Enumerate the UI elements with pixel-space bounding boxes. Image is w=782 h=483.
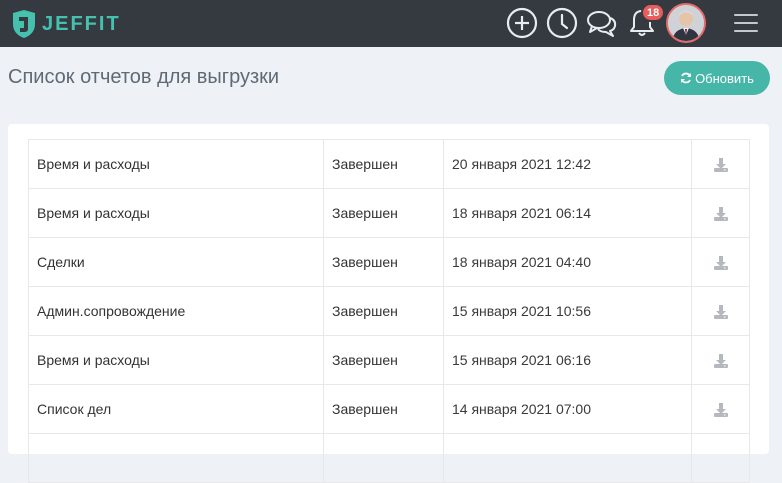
- add-circle-icon: [506, 7, 538, 39]
- report-name: Время и расходы: [28, 335, 324, 385]
- download-button[interactable]: [691, 335, 750, 385]
- table-row: Время и расходы Завершен 20 января 2021 12…: [28, 139, 750, 189]
- reports-table: Время и расходы Завершен 20 января 2021 12…: [28, 139, 750, 483]
- refresh-icon: [681, 72, 692, 84]
- add-button[interactable]: [506, 7, 538, 39]
- report-date: [443, 433, 692, 483]
- logo-shield-icon: [13, 10, 35, 38]
- report-name: Админ.сопровождение: [28, 286, 324, 336]
- report-status: Завершен: [323, 384, 444, 434]
- avatar[interactable]: [666, 3, 706, 43]
- refresh-label: Обновить: [695, 70, 754, 86]
- report-status: Завершен: [323, 188, 444, 238]
- report-name: Время и расходы: [28, 188, 324, 238]
- report-status: Завершен: [323, 286, 444, 336]
- table-row: Время и расходы Завершен 18 января 2021 06…: [28, 188, 750, 238]
- table-row: Список дел Завершен 14 января 2021 07:00: [28, 384, 750, 434]
- download-button[interactable]: [691, 384, 750, 434]
- report-date: 18 января 2021 04:40: [443, 237, 692, 287]
- download-icon: [713, 353, 728, 368]
- table-row: Сделки Завершен 18 января 2021 04:40: [28, 237, 750, 287]
- download-button[interactable]: [691, 139, 750, 189]
- jeffit-logo[interactable]: JEFFIT: [10, 8, 121, 40]
- table-row: Время и расходы Завершен 15 января 2021 06…: [28, 335, 750, 385]
- report-status: Завершен: [323, 139, 444, 189]
- clock-icon: [546, 7, 578, 39]
- report-name: Время и расходы: [28, 139, 324, 189]
- hamburger-menu-icon[interactable]: [734, 14, 758, 32]
- download-icon: [713, 255, 728, 270]
- top-navbar: JEFFIT 18: [0, 0, 782, 47]
- reports-card: Время и расходы Завершен 20 января 2021 12…: [8, 124, 769, 483]
- download-button[interactable]: [691, 433, 750, 483]
- chat-icon: [587, 11, 617, 37]
- chat-button[interactable]: [586, 7, 618, 39]
- time-tracking-button[interactable]: [546, 7, 578, 39]
- report-status: [323, 433, 444, 483]
- report-name: Список дел: [28, 384, 324, 434]
- download-icon: [713, 157, 728, 172]
- download-button[interactable]: [691, 188, 750, 238]
- refresh-button[interactable]: Обновить: [664, 61, 770, 95]
- download-button[interactable]: [691, 237, 750, 287]
- download-icon: [713, 304, 728, 319]
- download-button[interactable]: [691, 286, 750, 336]
- report-status: Завершен: [323, 335, 444, 385]
- table-row: Админ.сопровождение Завершен 15 января 202…: [28, 286, 750, 336]
- download-icon: [713, 206, 728, 221]
- report-date: 15 января 2021 06:16: [443, 335, 692, 385]
- download-icon: [713, 402, 728, 417]
- report-name: [28, 433, 324, 483]
- notifications-badge: 18: [641, 3, 666, 22]
- report-status: Завершен: [323, 237, 444, 287]
- user-photo: [668, 5, 704, 41]
- logo-text: JEFFIT: [42, 12, 121, 35]
- table-row: [28, 433, 750, 483]
- report-date: 15 января 2021 10:56: [443, 286, 692, 336]
- report-name: Сделки: [28, 237, 324, 287]
- page-title: Список отчетов для выгрузки: [8, 66, 280, 88]
- report-date: 20 января 2021 12:42: [443, 139, 692, 189]
- report-date: 18 января 2021 06:14: [443, 188, 692, 238]
- report-date: 14 января 2021 07:00: [443, 384, 692, 434]
